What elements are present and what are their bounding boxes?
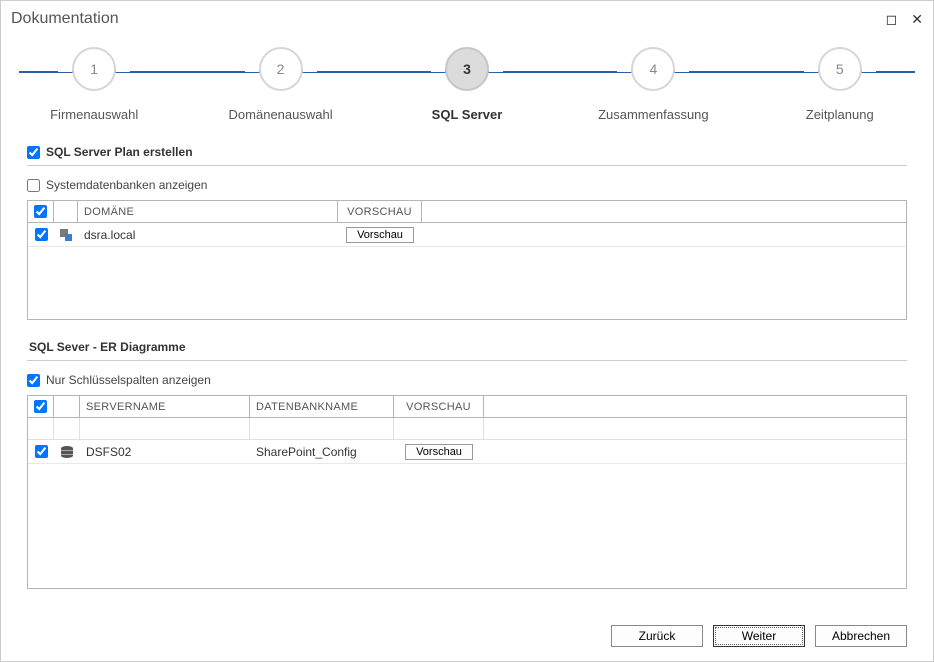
preview-button[interactable]: Vorschau (405, 444, 473, 460)
show-system-db-row: Systemdatenbanken anzeigen (27, 174, 907, 200)
filter-db[interactable] (250, 418, 394, 439)
step-sql-server[interactable]: 3 SQL Server (377, 47, 557, 122)
key-cols-checkbox[interactable] (27, 374, 40, 387)
domain-grid-header: DOMÄNE VORSCHAU (28, 201, 906, 223)
step-circle-3: 3 (445, 47, 489, 91)
er-grid: SERVERNAME DATENBANKNAME VORSCHAU DSFS02… (27, 395, 907, 589)
table-row[interactable]: dsra.local Vorschau (28, 223, 906, 247)
section-sql-plan-title: SQL Server Plan erstellen (27, 139, 907, 165)
step-label-1: Firmenauswahl (50, 107, 138, 122)
back-button[interactable]: Zurück (611, 625, 703, 647)
header-rest (484, 396, 906, 417)
db-cell: SharePoint_Config (250, 443, 394, 461)
window-title: Dokumentation (11, 10, 886, 28)
domain-grid: DOMÄNE VORSCHAU dsra.local Vorschau (27, 200, 907, 320)
step-label-3: SQL Server (432, 107, 503, 122)
server-cell: DSFS02 (80, 443, 250, 461)
database-icon (61, 446, 73, 458)
step-domaenenauswahl[interactable]: 2 Domänenauswahl (191, 47, 371, 122)
header-dbname[interactable]: DATENBANKNAME (250, 396, 394, 417)
domain-grid-body: dsra.local Vorschau (28, 223, 906, 319)
step-circle-2: 2 (259, 47, 303, 91)
create-sql-plan-checkbox[interactable] (27, 146, 40, 159)
er-grid-filter-row (28, 418, 906, 440)
dialog-window: Dokumentation ◻ ✕ 1 Firmenauswahl 2 Domä… (0, 0, 934, 662)
close-icon[interactable]: ✕ (911, 11, 923, 28)
header-preview[interactable]: VORSCHAU (394, 396, 484, 417)
divider (27, 360, 907, 361)
step-zeitplanung[interactable]: 5 Zeitplanung (750, 47, 930, 122)
header-select-all[interactable] (28, 201, 54, 222)
row-checkbox[interactable] (35, 445, 48, 458)
next-button[interactable]: Weiter (713, 625, 805, 647)
show-system-db-label: Systemdatenbanken anzeigen (46, 178, 207, 192)
show-system-db-checkbox[interactable] (27, 179, 40, 192)
step-circle-1: 1 (72, 47, 116, 91)
header-domain[interactable]: DOMÄNE (78, 201, 338, 222)
step-label-4: Zusammenfassung (598, 107, 709, 122)
step-label-2: Domänenauswahl (229, 107, 333, 122)
server-icon (60, 229, 72, 241)
header-rest (422, 201, 906, 222)
key-cols-row: Nur Schlüsselspalten anzeigen (27, 369, 907, 395)
header-preview[interactable]: VORSCHAU (338, 201, 422, 222)
wizard-stepper: 1 Firmenauswahl 2 Domänenauswahl 3 SQL S… (1, 47, 933, 137)
dialog-footer: Zurück Weiter Abbrechen (1, 615, 933, 661)
step-zusammenfassung[interactable]: 4 Zusammenfassung (563, 47, 743, 122)
header-select-all[interactable] (28, 396, 54, 417)
maximize-icon[interactable]: ◻ (886, 11, 898, 28)
key-cols-label: Nur Schlüsselspalten anzeigen (46, 373, 211, 387)
step-circle-5: 5 (818, 47, 862, 91)
er-grid-header: SERVERNAME DATENBANKNAME VORSCHAU (28, 396, 906, 418)
preview-button[interactable]: Vorschau (346, 227, 414, 243)
step-label-5: Zeitplanung (806, 107, 874, 122)
create-sql-plan-label: SQL Server Plan erstellen (46, 145, 193, 159)
select-all-er-checkbox[interactable] (34, 400, 47, 413)
header-icon-col (54, 396, 80, 417)
section-er-title: SQL Sever - ER Diagramme (27, 334, 907, 360)
step-firmenauswahl[interactable]: 1 Firmenauswahl (4, 47, 184, 122)
filter-server[interactable] (80, 418, 250, 439)
content-area: SQL Server Plan erstellen Systemdatenban… (1, 137, 933, 615)
er-grid-body: DSFS02 SharePoint_Config Vorschau (28, 440, 906, 588)
domain-cell: dsra.local (78, 226, 338, 244)
row-checkbox[interactable] (35, 228, 48, 241)
header-icon-col (54, 201, 78, 222)
divider (27, 165, 907, 166)
table-row[interactable]: DSFS02 SharePoint_Config Vorschau (28, 440, 906, 464)
header-servername[interactable]: SERVERNAME (80, 396, 250, 417)
step-circle-4: 4 (631, 47, 675, 91)
cancel-button[interactable]: Abbrechen (815, 625, 907, 647)
titlebar: Dokumentation ◻ ✕ (1, 1, 933, 37)
window-controls: ◻ ✕ (886, 11, 923, 28)
select-all-domains-checkbox[interactable] (34, 205, 47, 218)
